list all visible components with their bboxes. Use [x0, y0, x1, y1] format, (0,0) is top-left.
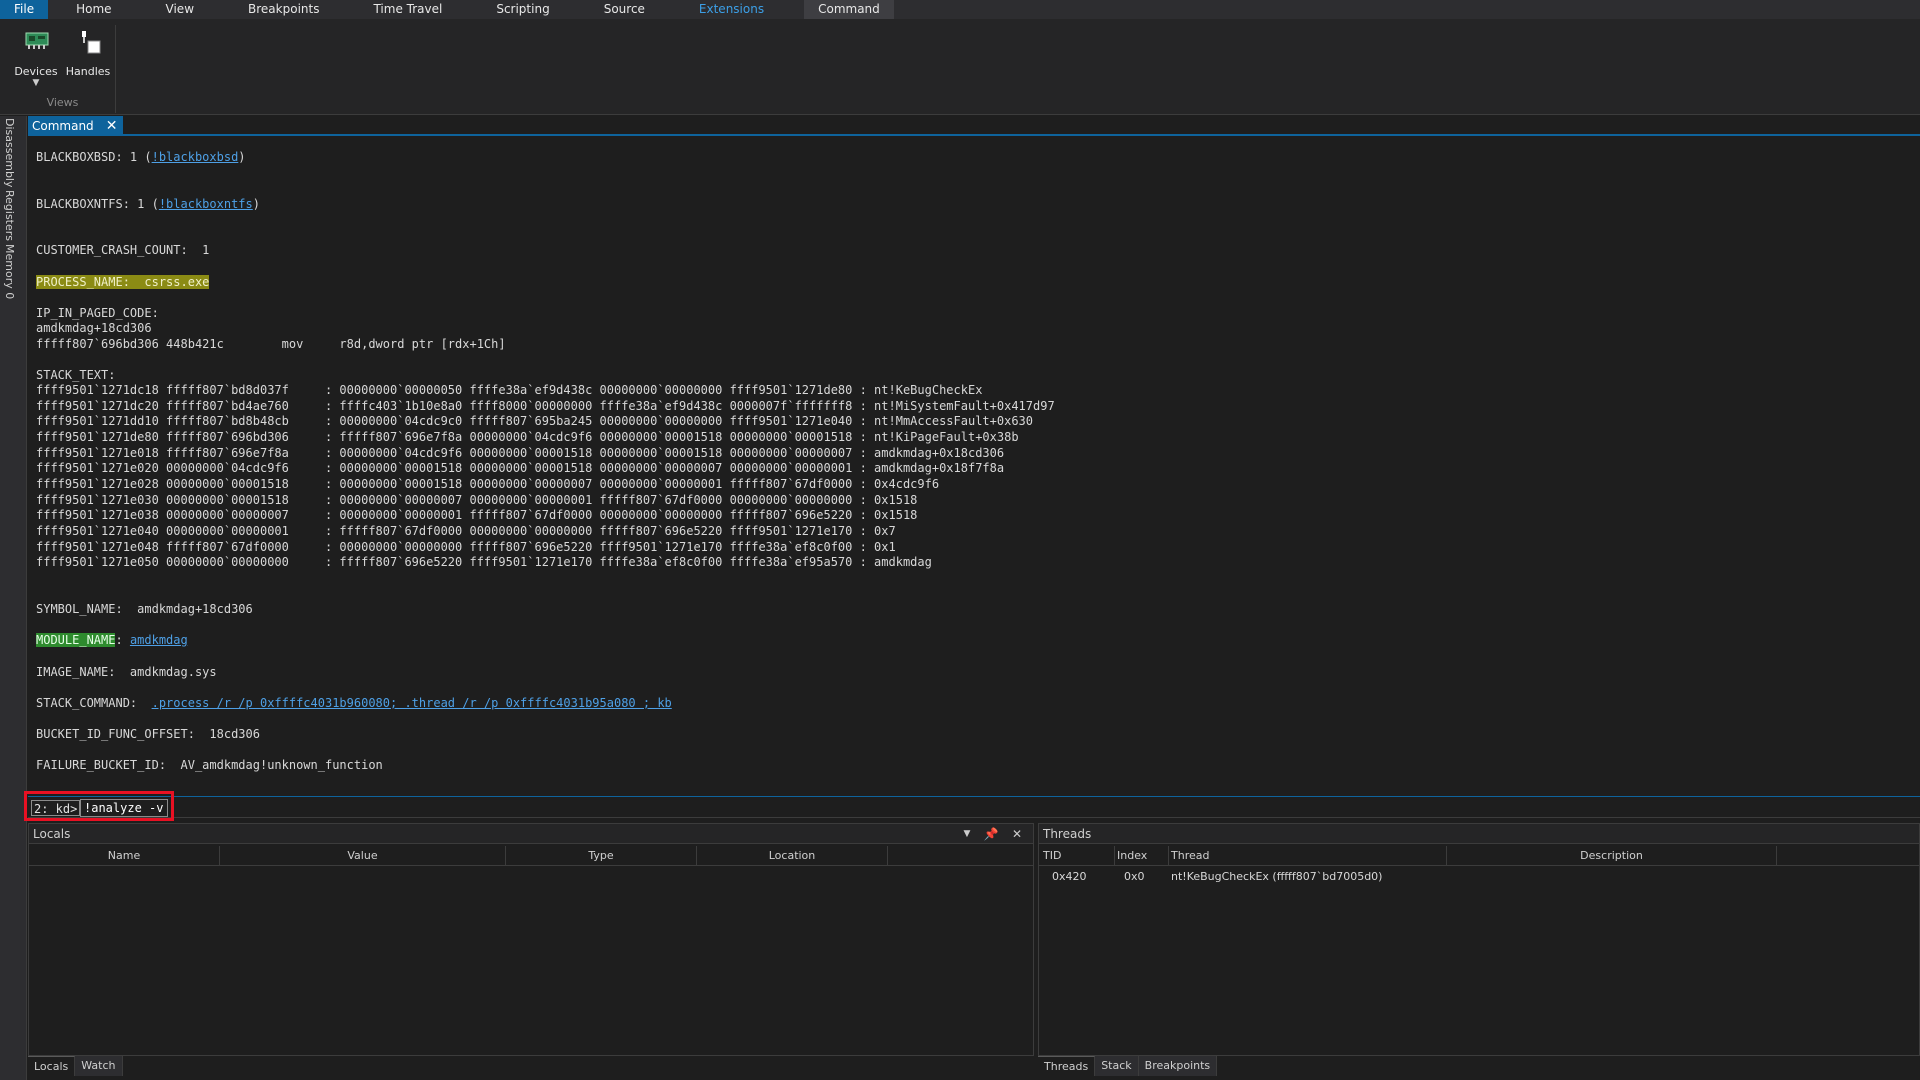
table-row[interactable]: 0x420 0x0 nt!KeBugCheckEx (fffff807`bd70…: [1039, 868, 1919, 886]
thread-name: nt!KeBugCheckEx (fffff807`bd7005d0): [1171, 870, 1383, 883]
stack-line: ffff9501`1271e048 fffff807`67df0000 : 00…: [36, 540, 896, 554]
command-output: BLACKBOXBSD: 1 (!blackboxbsd) BLACKBOXNT…: [36, 150, 1896, 790]
pin-icon[interactable]: 📌: [983, 826, 999, 842]
threads-panel-title: Threads: [1039, 824, 1919, 844]
output-stack-command: STACK_COMMAND: .process /r /p 0xffffc403…: [36, 696, 672, 710]
tab-locals[interactable]: Locals: [28, 1056, 76, 1076]
tab-watch[interactable]: Watch: [75, 1056, 123, 1076]
locals-panel: Locals ▼ 📌 ✕ Name Value Type Location: [28, 823, 1034, 1056]
chevron-down-icon[interactable]: ▼: [959, 826, 975, 842]
close-icon[interactable]: ✕: [106, 117, 118, 135]
stack-line: ffff9501`1271e028 00000000`00001518 : 00…: [36, 477, 940, 491]
stack-line: ffff9501`1271e018 fffff807`696e7f8a : 00…: [36, 446, 1005, 460]
menu-scripting[interactable]: Scripting: [482, 0, 563, 19]
output-module-name: MODULE_NAME: amdkmdag: [36, 633, 188, 647]
thread-index: 0x0: [1124, 870, 1145, 883]
tab-breakpoints[interactable]: Breakpoints: [1138, 1056, 1218, 1076]
devices-icon: [25, 32, 49, 49]
column-index[interactable]: Index: [1115, 846, 1169, 866]
output-ip-instruction: fffff807`696bd306 448b421c mov r8d,dword…: [36, 337, 506, 351]
column-tid[interactable]: TID: [1043, 846, 1115, 866]
command-tab-bar: Command ✕: [28, 116, 1920, 136]
module-name-link[interactable]: amdkmdag: [130, 633, 188, 647]
locals-bottom-tabs: Locals Watch: [28, 1056, 123, 1076]
column-location[interactable]: Location: [697, 846, 888, 866]
annotation-highlight-box: [24, 791, 174, 821]
module-name-highlight: MODULE_NAME: [36, 633, 116, 647]
stack-command-link[interactable]: .process /r /p 0xffffc4031b960080; .thre…: [152, 696, 672, 710]
stack-line: ffff9501`1271e038 00000000`00000007 : 00…: [36, 508, 918, 522]
close-icon[interactable]: ✕: [1009, 826, 1025, 842]
handles-label: Handles: [65, 65, 111, 78]
tab-command-label: Command: [32, 119, 94, 133]
stack-line: ffff9501`1271dc18 fffff807`bd8d037f : 00…: [36, 383, 983, 397]
locals-panel-title: Locals: [29, 824, 1033, 844]
output-bucket-func-offset: BUCKET_ID_FUNC_OFFSET: 18cd306: [36, 727, 260, 741]
column-type[interactable]: Type: [506, 846, 697, 866]
stack-line: ffff9501`1271de80 fffff807`696bd306 : ff…: [36, 430, 1019, 444]
output-customer-crash-count: CUSTOMER_CRASH_COUNT: 1: [36, 243, 210, 257]
tab-threads[interactable]: Threads: [1038, 1056, 1096, 1076]
output-ip-symbol: amdkmdag+18cd306: [36, 321, 152, 335]
devices-button[interactable]: Devices ▼: [12, 27, 60, 89]
output-blackboxntfs: BLACKBOXNTFS: 1 (!blackboxntfs): [36, 197, 260, 211]
ribbon-group-views: Devices ▼ Handles Views: [10, 25, 116, 113]
blackboxbsd-link[interactable]: !blackboxbsd: [152, 150, 239, 164]
output-blackboxbsd: BLACKBOXBSD: 1 (!blackboxbsd): [36, 150, 246, 164]
menu-command[interactable]: Command: [804, 0, 894, 19]
menu-view[interactable]: View: [152, 0, 208, 19]
ribbon: Devices ▼ Handles Views: [0, 19, 1920, 115]
column-description[interactable]: Description: [1447, 846, 1777, 866]
menu-breakpoints[interactable]: Breakpoints: [234, 0, 333, 19]
handles-icon: [82, 31, 101, 54]
stack-line: ffff9501`1271e040 00000000`00000001 : ff…: [36, 524, 896, 538]
column-thread[interactable]: Thread: [1169, 846, 1447, 866]
menu-extensions[interactable]: Extensions: [685, 0, 778, 19]
menu-file[interactable]: File: [0, 0, 49, 19]
menu-source[interactable]: Source: [590, 0, 659, 19]
output-process-name: PROCESS_NAME: csrss.exe: [36, 275, 210, 290]
output-failure-bucket-id: FAILURE_BUCKET_ID: AV_amdkmdag!unknown_f…: [36, 758, 383, 772]
process-name-highlight: PROCESS_NAME: csrss.exe: [36, 275, 210, 289]
tab-command[interactable]: Command ✕: [28, 116, 124, 136]
column-name[interactable]: Name: [29, 846, 220, 866]
menu-bar: File Home View Breakpoints Time Travel S…: [0, 0, 1920, 19]
blackboxntfs-link[interactable]: !blackboxntfs: [159, 197, 253, 211]
locals-column-header: Name Value Type Location: [29, 846, 1033, 866]
ribbon-group-label: Views: [46, 96, 79, 109]
column-value[interactable]: Value: [220, 846, 506, 866]
menu-time-travel[interactable]: Time Travel: [359, 0, 456, 19]
threads-panel: Threads TID Index Thread Description 0x4…: [1038, 823, 1920, 1056]
output-image-name: IMAGE_NAME: amdkmdag.sys: [36, 665, 217, 679]
handles-button[interactable]: Handles: [64, 27, 112, 89]
stack-line: ffff9501`1271e030 00000000`00001518 : 00…: [36, 493, 918, 507]
output-ip-in-paged-code: IP_IN_PAGED_CODE:: [36, 306, 159, 320]
stack-line: ffff9501`1271e050 00000000`00000000 : ff…: [36, 555, 932, 569]
stack-line: ffff9501`1271dd10 fffff807`bd8b48cb : 00…: [36, 414, 1033, 428]
threads-bottom-tabs: Threads Stack Breakpoints: [1038, 1056, 1218, 1076]
output-symbol-name: SYMBOL_NAME: amdkmdag+18cd306: [36, 602, 253, 616]
command-input-row: [28, 798, 1920, 818]
stack-line: ffff9501`1271e020 00000000`04cdc9f6 : 00…: [36, 461, 1005, 475]
menu-home[interactable]: Home: [62, 0, 125, 19]
command-separator: [28, 796, 1920, 797]
left-tool-strip: Disassembly Registers Memory 0: [0, 116, 27, 1080]
stack-line: ffff9501`1271dc20 fffff807`bd4ae760 : ff…: [36, 399, 1055, 413]
devices-label: Devices: [14, 65, 58, 78]
vtab-registers[interactable]: Registers: [3, 190, 16, 241]
thread-tid: 0x420: [1052, 870, 1087, 883]
tab-stack[interactable]: Stack: [1095, 1056, 1139, 1076]
vtab-disassembly[interactable]: Disassembly: [3, 118, 16, 188]
vtab-memory[interactable]: Memory 0: [3, 244, 16, 299]
chevron-down-icon[interactable]: ▼: [12, 78, 60, 88]
output-stack-text-label: STACK_TEXT:: [36, 368, 116, 382]
threads-column-header: TID Index Thread Description: [1039, 846, 1919, 866]
